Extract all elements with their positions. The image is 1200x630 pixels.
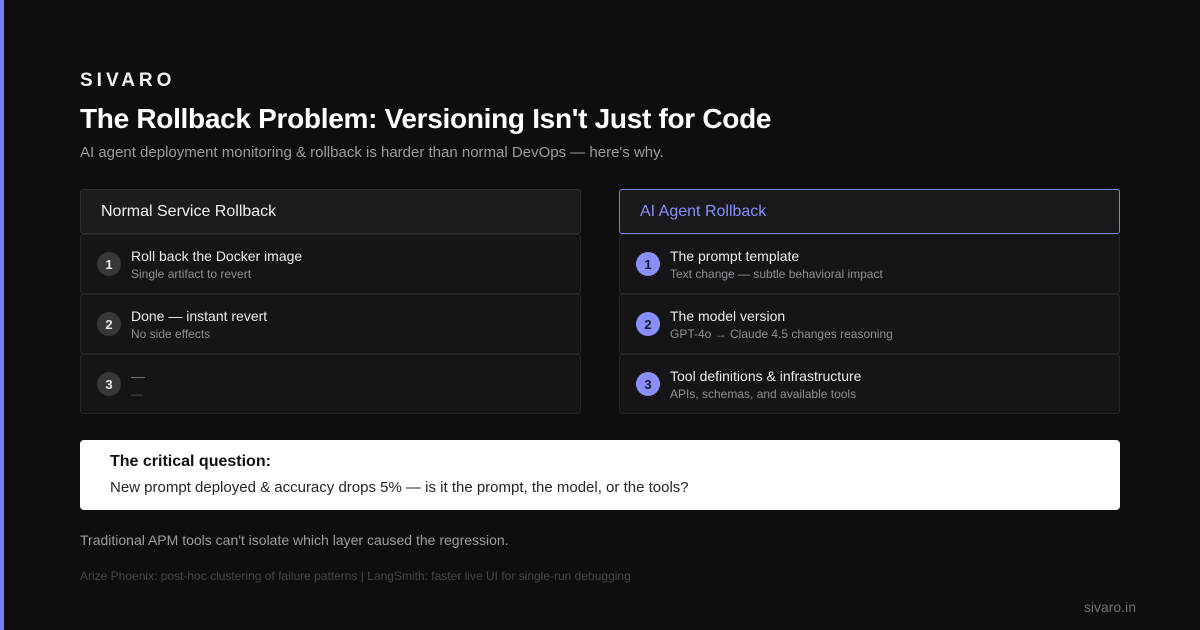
- step-title: Roll back the Docker image: [131, 247, 303, 264]
- step-number-badge: 2: [97, 312, 121, 336]
- step-title: The prompt template: [670, 247, 800, 264]
- step-subtitle: GPT-4o → Claude 4.5 changes reasoning: [670, 326, 893, 341]
- ai-agent-rollback-header: AI Agent Rollback: [619, 189, 1120, 234]
- accent-bar: [0, 0, 4, 630]
- site-url: sivaro.in: [1083, 599, 1136, 615]
- normal-step-1: 1 Roll back the Docker image Single arti…: [80, 234, 581, 294]
- critical-question-callout: The critical question: New prompt deploy…: [80, 440, 1120, 510]
- page-title: The Rollback Problem: Versioning Isn't J…: [80, 103, 772, 134]
- step-subtitle: No side effects: [131, 326, 211, 341]
- callout-title: The critical question:: [110, 453, 271, 470]
- step-subtitle: —: [131, 386, 143, 401]
- step-number-badge: 3: [636, 372, 660, 396]
- normal-step-2: 2 Done — instant revert No side effects: [80, 294, 581, 354]
- step-number-badge: 3: [97, 372, 121, 396]
- agent-step-3: 3 Tool definitions & infrastructure APIs…: [619, 354, 1120, 414]
- step-title: The model version: [670, 307, 786, 324]
- step-title: Tool definitions & infrastructure: [670, 367, 862, 384]
- step-title: Done — instant revert: [131, 307, 268, 324]
- agent-step-2: 2 The model version GPT-4o → Claude 4.5 …: [619, 294, 1120, 354]
- normal-step-3: 3 — —: [80, 354, 581, 414]
- agent-step-1: 1 The prompt template Text change — subt…: [619, 234, 1120, 294]
- tools-footnote: Arize Phoenix: post-hoc clustering of fa…: [80, 569, 631, 583]
- page-subtitle: AI agent deployment monitoring & rollbac…: [80, 144, 664, 161]
- brand-logo: SIVARO: [80, 70, 176, 91]
- callout-body: New prompt deployed & accuracy drops 5% …: [110, 479, 689, 496]
- step-subtitle: Single artifact to revert: [131, 266, 252, 281]
- step-number-badge: 2: [636, 312, 660, 336]
- step-subtitle: Text change — subtle behavioral impact: [670, 266, 883, 281]
- normal-rollback-header: Normal Service Rollback: [80, 189, 581, 234]
- step-subtitle: APIs, schemas, and available tools: [670, 386, 857, 401]
- ai-agent-rollback-column: AI Agent Rollback 1 The prompt template …: [619, 189, 1120, 414]
- normal-rollback-column: Normal Service Rollback 1 Roll back the …: [80, 189, 581, 414]
- step-number-badge: 1: [97, 252, 121, 276]
- apm-note: Traditional APM tools can't isolate whic…: [80, 532, 509, 548]
- step-number-badge: 1: [636, 252, 660, 276]
- step-title: —: [131, 367, 145, 384]
